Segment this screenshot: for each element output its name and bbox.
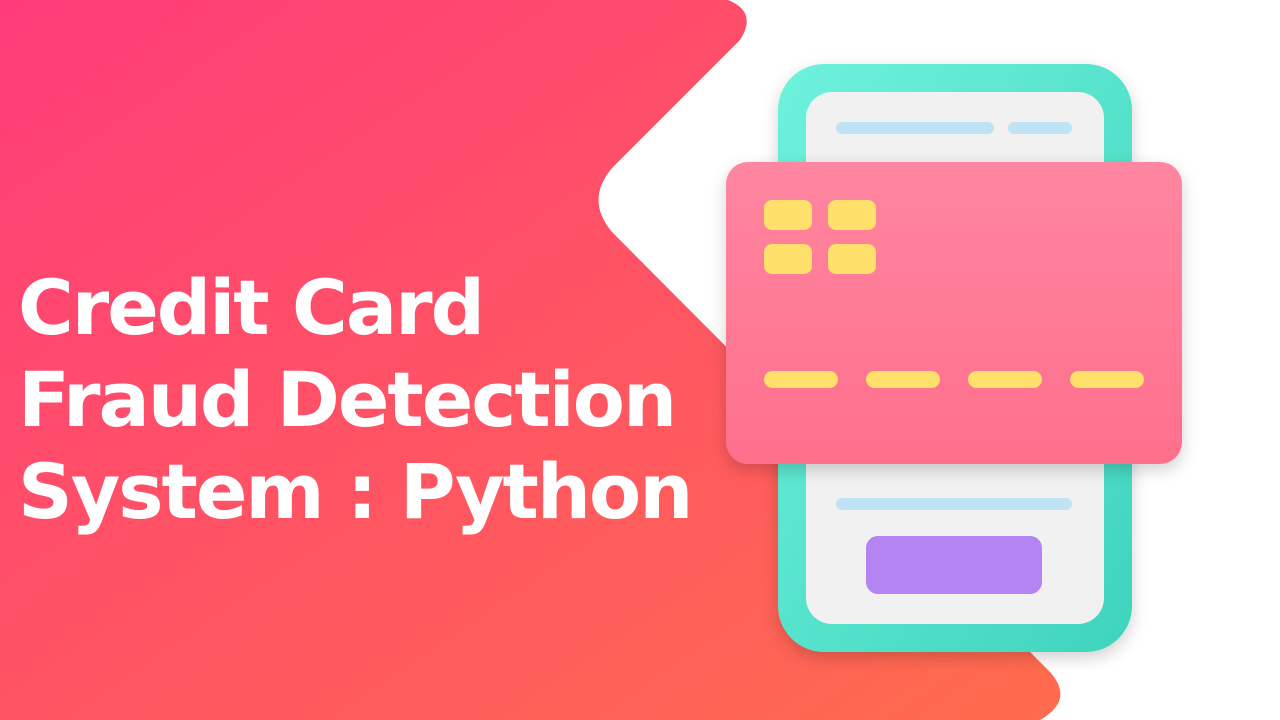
thumbnail-canvas: Credit Card Fraud Detection System : Pyt… <box>0 0 1280 720</box>
phone-with-credit-card-icon <box>726 64 1182 652</box>
phone-button <box>866 536 1042 594</box>
chip-block <box>828 244 876 274</box>
card-number-dash <box>968 371 1042 388</box>
title-line-1: Credit Card <box>18 263 485 352</box>
page-title: Credit Card Fraud Detection System : Pyt… <box>18 262 693 538</box>
chip-block <box>828 200 876 230</box>
credit-card-icon <box>726 162 1182 464</box>
card-number-dash <box>764 371 838 388</box>
title-line-3: System : Python <box>18 447 693 536</box>
chip-block <box>764 244 812 274</box>
card-number-dash <box>866 371 940 388</box>
screen-line <box>1008 122 1072 134</box>
screen-line <box>836 498 1072 510</box>
title-line-2: Fraud Detection <box>18 355 677 444</box>
card-number-dash <box>1070 371 1144 388</box>
screen-line <box>836 122 994 134</box>
chip-block <box>764 200 812 230</box>
